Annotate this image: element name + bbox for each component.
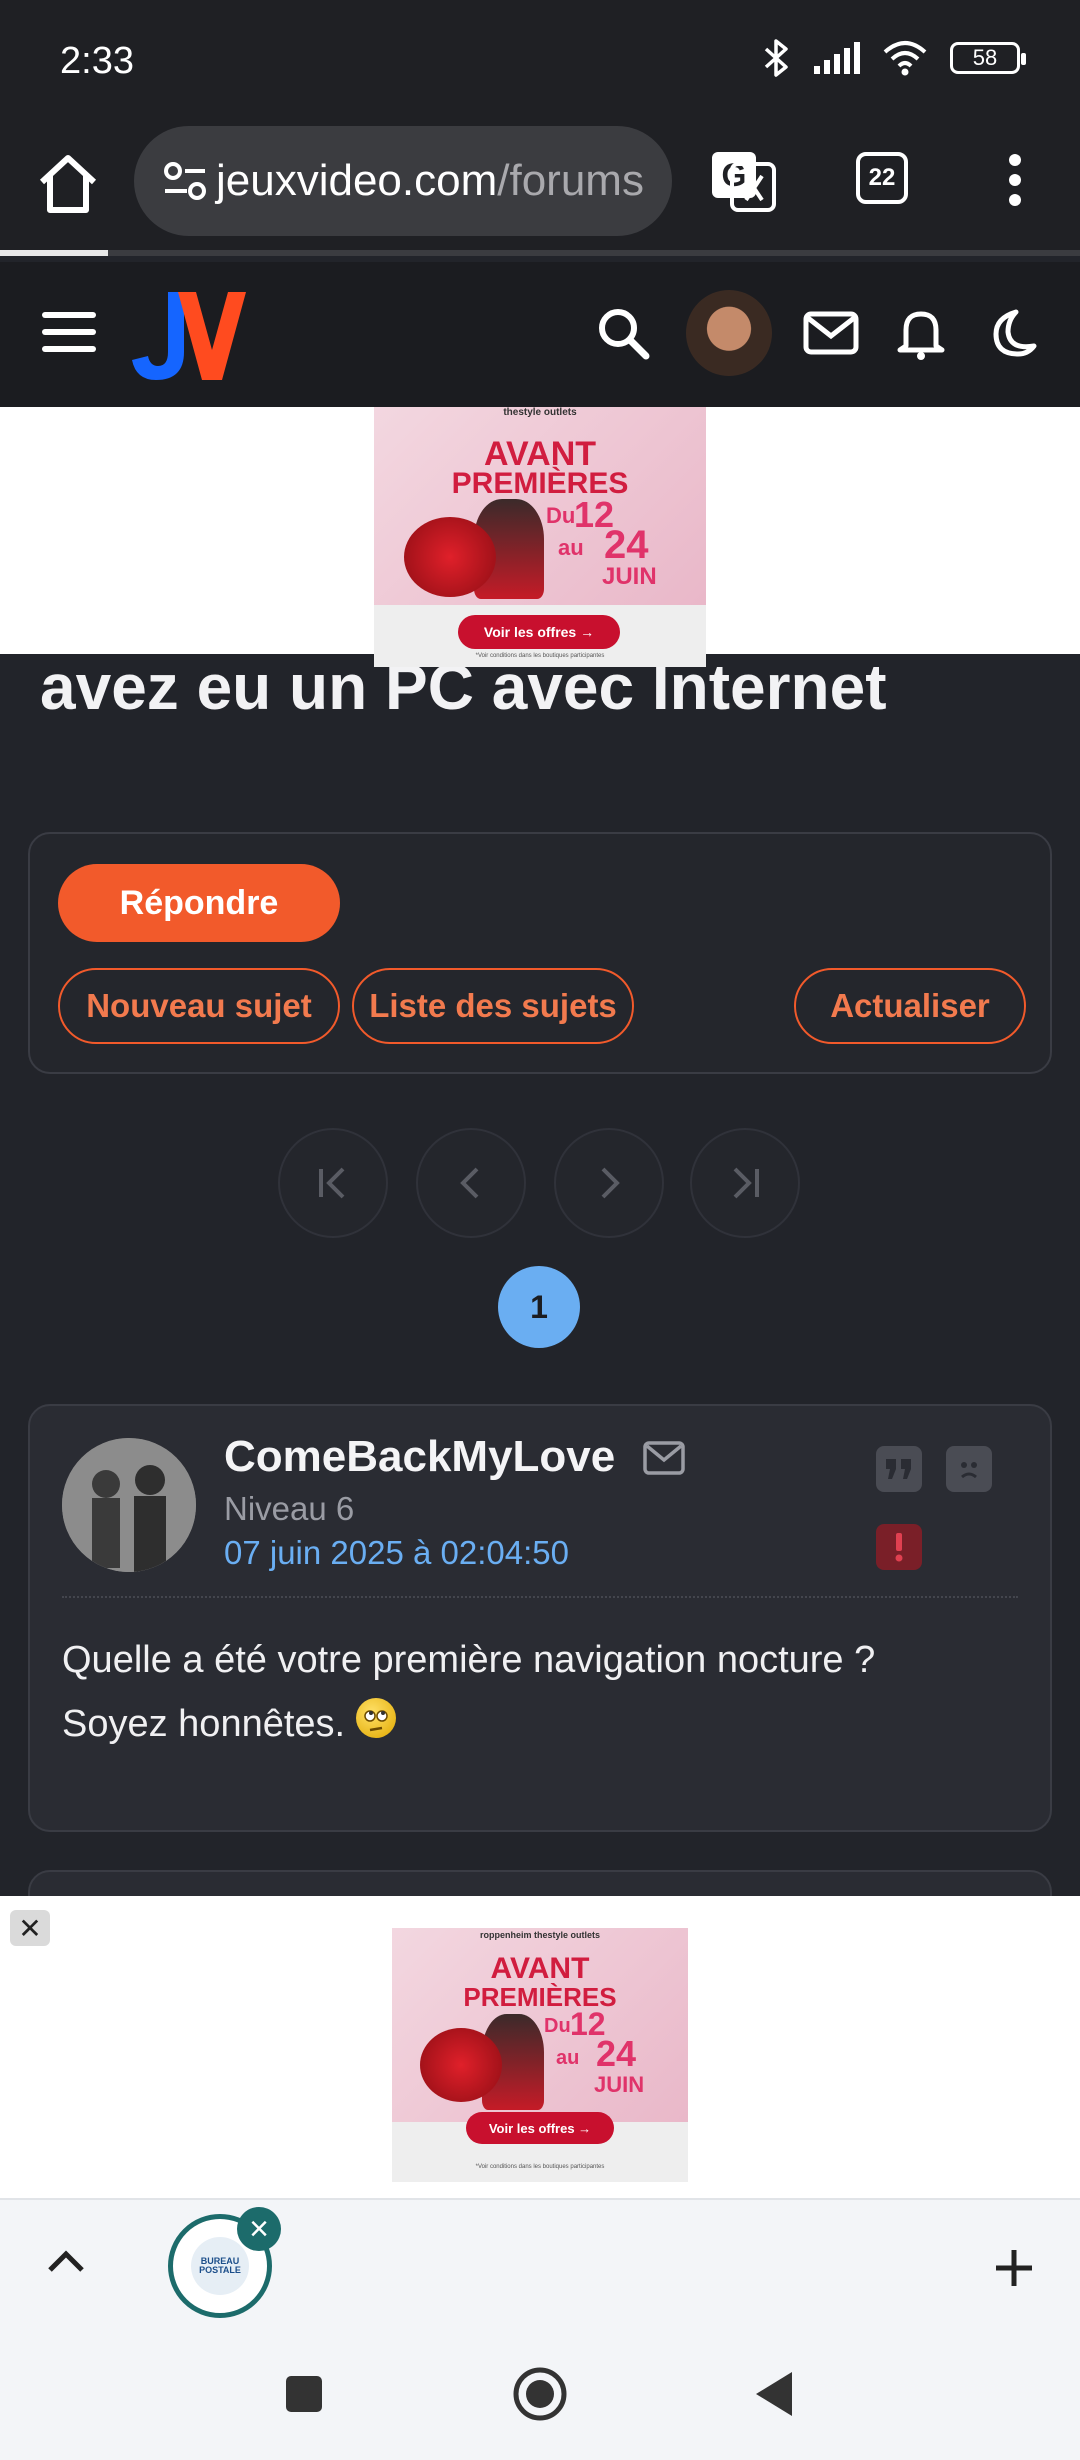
translate-icon[interactable]: G bbox=[710, 148, 776, 214]
jv-logo[interactable] bbox=[128, 288, 248, 388]
last-page-button[interactable] bbox=[690, 1128, 800, 1238]
url-path: /forums bbox=[497, 156, 644, 205]
first-page-icon bbox=[319, 1167, 345, 1199]
warning-icon bbox=[895, 1533, 903, 1562]
first-page-button[interactable] bbox=[278, 1128, 388, 1238]
close-ad-button[interactable]: ✕ bbox=[10, 1910, 50, 1946]
ad-headline-1: AVANT bbox=[483, 435, 597, 473]
bottom-ad-creative[interactable]: roppenheim thestyle outlets AVANT PREMIÈ… bbox=[392, 1928, 688, 2182]
user-avatar[interactable] bbox=[686, 290, 772, 376]
new-tab-icon[interactable] bbox=[992, 2246, 1036, 2290]
wifi-icon bbox=[883, 41, 927, 76]
bluetooth-icon bbox=[764, 39, 788, 77]
address-bar[interactable]: jeuxvideo.com/forums bbox=[134, 126, 672, 236]
bottom-ad-brand: roppenheim thestyle outlets bbox=[479, 1930, 601, 1940]
ad-du: Du bbox=[546, 503, 576, 528]
ad-month: JUIN bbox=[602, 563, 657, 590]
bottom-ad-headline-1: AVANT bbox=[490, 1952, 590, 1985]
rolling-eyes-emoji-icon bbox=[355, 1698, 396, 1738]
ad-hat-image bbox=[404, 517, 496, 597]
bottom-ad-au: au bbox=[556, 2047, 580, 2069]
page-load-progress bbox=[0, 250, 108, 256]
ad-cta-button[interactable]: Voir les offres → bbox=[458, 615, 620, 649]
post-date-link[interactable]: 07 juin 2025 à 02:04:50 bbox=[224, 1534, 569, 1572]
bottom-ad-banner[interactable]: ✕ roppenheim thestyle outlets AVANT PREM… bbox=[0, 1896, 1080, 2198]
quote-icon bbox=[886, 1459, 911, 1479]
dark-mode-icon[interactable] bbox=[980, 304, 1038, 362]
recents-icon[interactable] bbox=[284, 2374, 324, 2414]
status-icons: 58 bbox=[762, 38, 1026, 78]
post-text-line-1: Quelle a été votre première navigation n… bbox=[62, 1639, 876, 1681]
ad-disclaimer: *Voir conditions dans les boutiques part… bbox=[475, 653, 605, 659]
mail-icon[interactable] bbox=[802, 304, 860, 362]
close-tab-icon[interactable]: × bbox=[237, 2207, 281, 2251]
ad-day-end: 24 bbox=[604, 523, 649, 567]
menu-icon[interactable] bbox=[42, 312, 96, 356]
url-domain: jeuxvideo.com bbox=[216, 156, 498, 205]
open-tab-bubble[interactable]: BUREAU POSTALE × bbox=[168, 2207, 281, 2318]
top-ad-banner[interactable]: thestyle outlets AVANT PREMIÈRES Du 12 a… bbox=[0, 407, 1080, 667]
chevron-left-icon bbox=[460, 1167, 479, 1199]
sad-face-icon bbox=[961, 1462, 977, 1479]
bottom-ad-disclaimer: *Voir conditions dans les boutiques part… bbox=[475, 2164, 605, 2170]
reply-button[interactable]: Répondre bbox=[58, 864, 340, 942]
bottom-ad-hat-image bbox=[420, 2028, 502, 2102]
bottom-ad-headline-2: PREMIÈRES bbox=[463, 1982, 617, 2012]
post-author-avatar[interactable] bbox=[62, 1438, 196, 1572]
post-author-level: Niveau 6 bbox=[224, 1490, 355, 1527]
battery-indicator: 58 bbox=[950, 42, 1026, 74]
back-nav-icon[interactable] bbox=[752, 2370, 796, 2418]
home-nav-icon[interactable] bbox=[512, 2366, 568, 2422]
forum-post: ComeBackMyLove Niveau 6 07 juin 2025 à 0… bbox=[28, 1404, 1052, 1832]
avatar-image bbox=[62, 1438, 196, 1572]
ad-brand: thestyle outlets bbox=[503, 407, 577, 418]
last-page-icon bbox=[733, 1167, 759, 1199]
private-message-icon[interactable] bbox=[642, 1440, 686, 1476]
status-time: 2:33 bbox=[60, 40, 134, 82]
tab-switcher-button[interactable]: 22 bbox=[856, 152, 908, 204]
bottom-tab-strip: BUREAU POSTALE × bbox=[0, 2198, 1080, 2340]
chevron-right-icon bbox=[601, 1167, 620, 1199]
new-topic-button[interactable]: Nouveau sujet bbox=[58, 968, 340, 1044]
site-header bbox=[0, 262, 1080, 407]
topic-list-button[interactable]: Liste des sujets bbox=[352, 968, 634, 1044]
search-icon[interactable] bbox=[594, 304, 652, 362]
chevron-up-icon[interactable] bbox=[44, 2246, 88, 2276]
ad-creative[interactable]: thestyle outlets AVANT PREMIÈRES Du 12 a… bbox=[374, 407, 706, 667]
previous-page-button[interactable] bbox=[416, 1128, 526, 1238]
browser-toolbar: jeuxvideo.com/forums G 22 bbox=[0, 126, 1080, 256]
post-divider bbox=[62, 1596, 1018, 1598]
post-text-line-2: Soyez honnêtes. bbox=[62, 1692, 1022, 1756]
system-navigation-bar bbox=[0, 2340, 1080, 2460]
signal-icon bbox=[814, 42, 860, 74]
home-icon[interactable] bbox=[34, 150, 102, 218]
tab-favicon: BUREAU POSTALE bbox=[191, 2237, 249, 2295]
current-page-indicator[interactable]: 1 bbox=[498, 1266, 580, 1348]
notification-bell-icon[interactable] bbox=[892, 304, 950, 362]
status-bar: 2:33 58 bbox=[0, 0, 1080, 126]
ad-headline-2: PREMIÈRES bbox=[451, 467, 629, 500]
bottom-ad-day-end: 24 bbox=[596, 2033, 637, 2074]
post-text-line-2-text: Soyez honnêtes. bbox=[62, 1703, 346, 1745]
ignore-user-button[interactable] bbox=[946, 1446, 992, 1492]
url-text: jeuxvideo.com/forums bbox=[216, 156, 644, 206]
bottom-ad-du: Du bbox=[544, 2015, 571, 2037]
page-load-track bbox=[0, 250, 1080, 256]
refresh-button[interactable]: Actualiser bbox=[794, 968, 1026, 1044]
next-page-button[interactable] bbox=[554, 1128, 664, 1238]
site-settings-icon[interactable] bbox=[156, 159, 216, 203]
topic-actions-card: Répondre Nouveau sujet Liste des sujets … bbox=[28, 832, 1052, 1074]
post-author-name[interactable]: ComeBackMyLove bbox=[224, 1432, 615, 1482]
bottom-ad-month: JUIN bbox=[594, 2072, 645, 2097]
quote-button[interactable] bbox=[876, 1446, 922, 1492]
bottom-ad-cta-button[interactable]: Voir les offres → bbox=[466, 2112, 614, 2144]
more-options-icon[interactable] bbox=[1000, 150, 1030, 210]
report-button[interactable] bbox=[876, 1524, 922, 1570]
post-content: Quelle a été votre première navigation n… bbox=[62, 1628, 1022, 1756]
ad-au: au bbox=[558, 535, 584, 560]
